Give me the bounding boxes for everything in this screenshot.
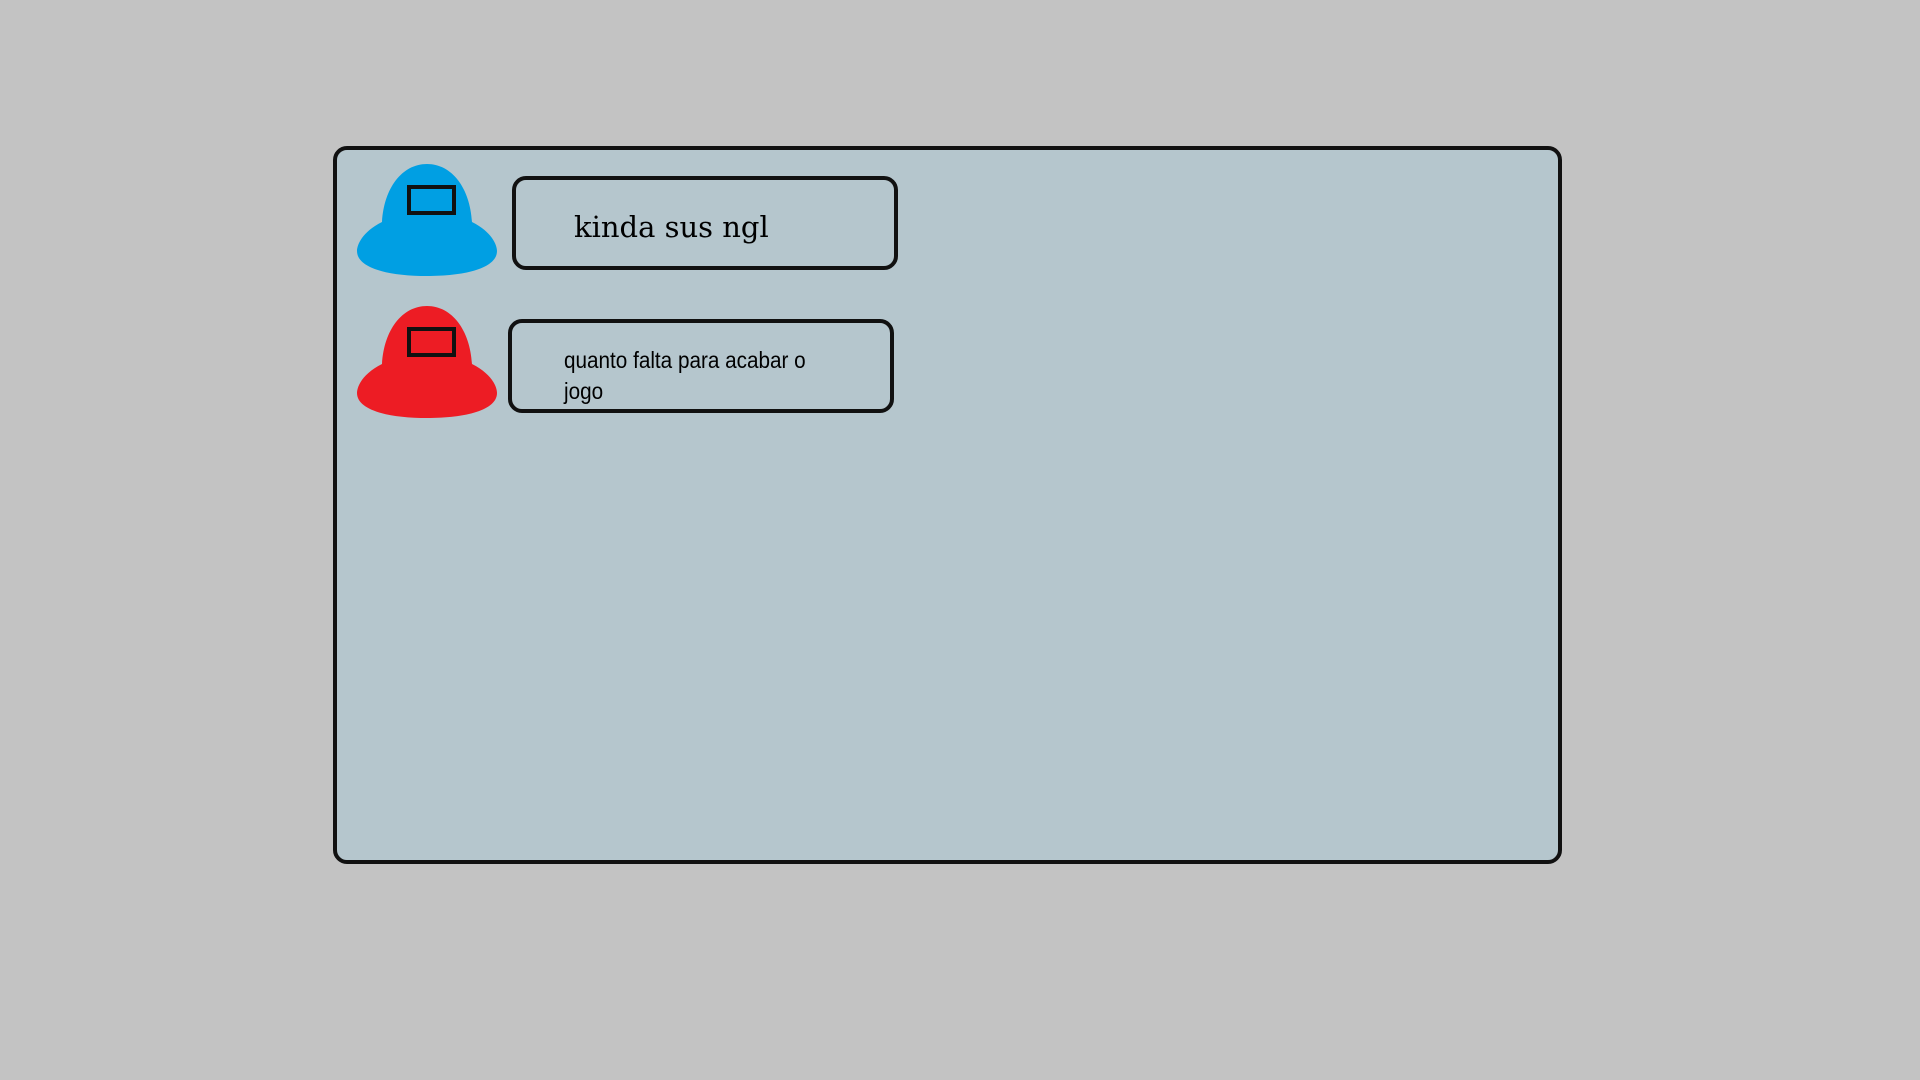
chat-message-text: quanto falta para acabar o jogo [564, 347, 806, 404]
blue-crewmate-icon [355, 160, 499, 278]
crewmate-icon [357, 164, 497, 276]
red-crewmate-icon [355, 302, 499, 420]
chat-bubble: quanto falta para acabar o jogo [508, 319, 894, 413]
crewmate-icon [357, 306, 497, 418]
crewmate-body [357, 306, 497, 418]
game-screen: kinda sus ngl quanto falta para acabar o… [0, 0, 1920, 1080]
chat-bubble: kinda sus ngl [512, 176, 898, 270]
chat-message-text: kinda sus ngl [574, 210, 769, 244]
chat-panel: kinda sus ngl quanto falta para acabar o… [333, 146, 1562, 864]
crewmate-body [357, 164, 497, 276]
